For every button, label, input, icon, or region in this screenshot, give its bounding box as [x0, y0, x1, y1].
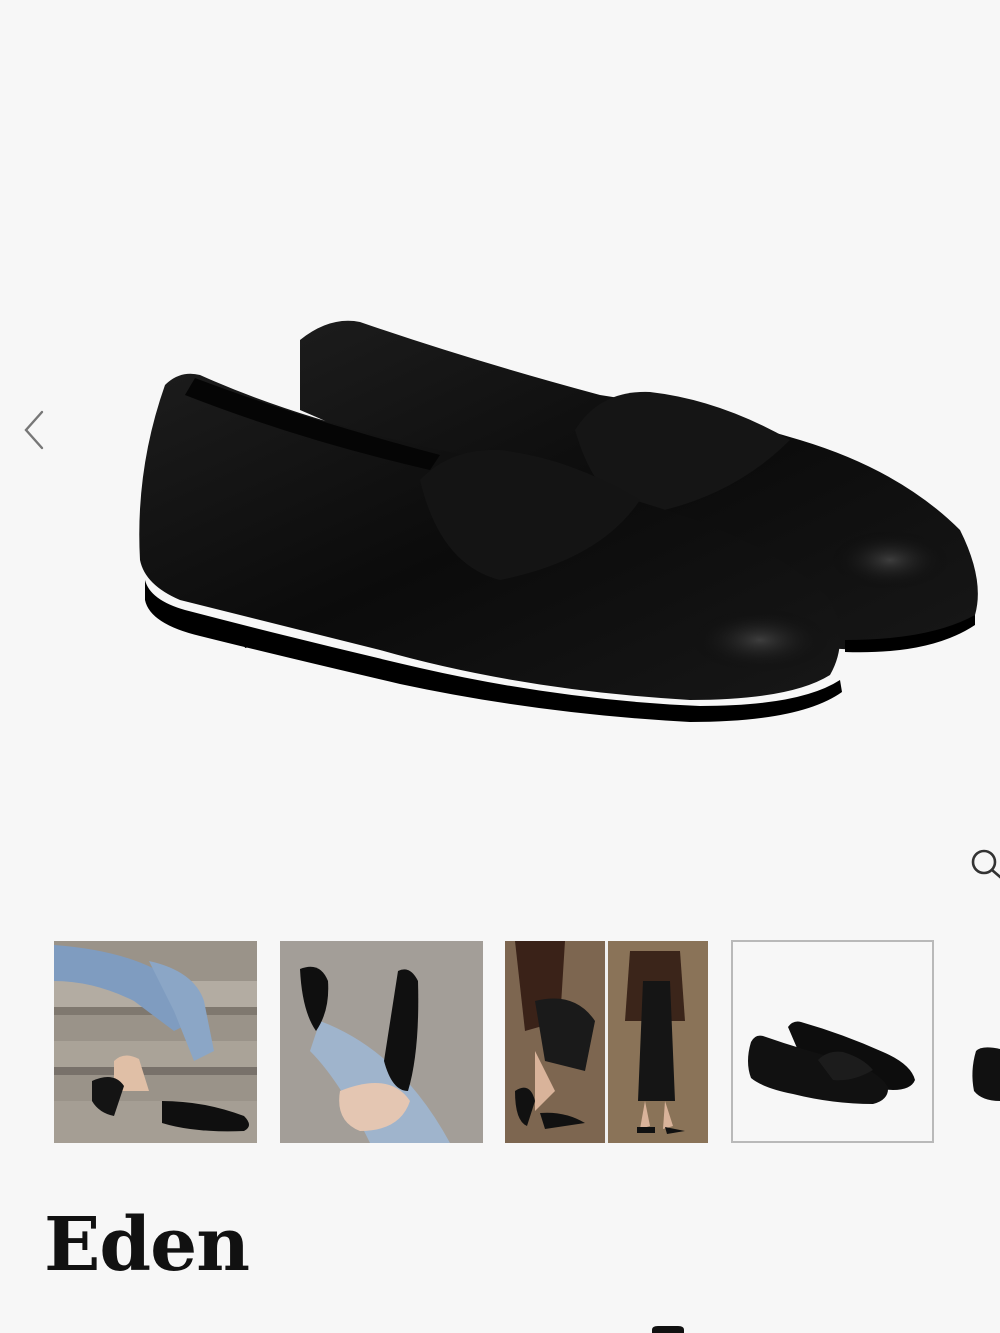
thumbnail-next-image [968, 941, 1000, 1143]
thumbnail-stairs-image [54, 941, 257, 1143]
thumbnail-product-image [733, 942, 932, 1141]
magnifier-icon [971, 849, 1000, 879]
thumbnail-loafer-closeup[interactable] [280, 941, 483, 1143]
loafer-pair-illustration [139, 320, 978, 722]
previous-image-button[interactable] [14, 404, 54, 456]
thumbnail-strip [0, 940, 1000, 1146]
zoom-button[interactable] [962, 840, 1000, 888]
cart-icon[interactable] [648, 1322, 688, 1333]
chevron-left-icon [24, 410, 44, 450]
thumbnail-outfit-image [505, 941, 708, 1143]
product-title: Eden [44, 1202, 250, 1288]
thumbnail-loafer-stairs[interactable] [54, 941, 257, 1143]
thumbnail-loafer-product[interactable] [731, 940, 934, 1143]
thumbnail-closeup-image [280, 941, 483, 1143]
product-main-image[interactable] [0, 0, 1000, 920]
thumbnail-loafer-next[interactable] [968, 941, 1000, 1143]
thumbnail-loafer-outfit[interactable] [505, 941, 708, 1143]
